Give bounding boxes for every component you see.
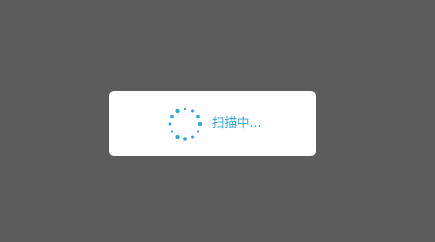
spinner-dot <box>197 121 203 127</box>
spinner-dot <box>170 130 174 133</box>
spinner-dot <box>170 114 174 119</box>
spinner-dot <box>196 114 200 119</box>
loading-spinner-icon <box>168 107 203 141</box>
spinner-dot <box>183 137 187 141</box>
spinner-dot <box>175 134 180 140</box>
spinner-dot <box>191 135 194 139</box>
spinner-dot <box>175 108 180 114</box>
scanning-status-text: 扫描中... <box>212 115 262 130</box>
spinner-dot <box>196 130 200 133</box>
spinner-dot <box>191 109 194 113</box>
spinner-dot <box>168 122 172 126</box>
spinner-dot <box>183 107 187 111</box>
